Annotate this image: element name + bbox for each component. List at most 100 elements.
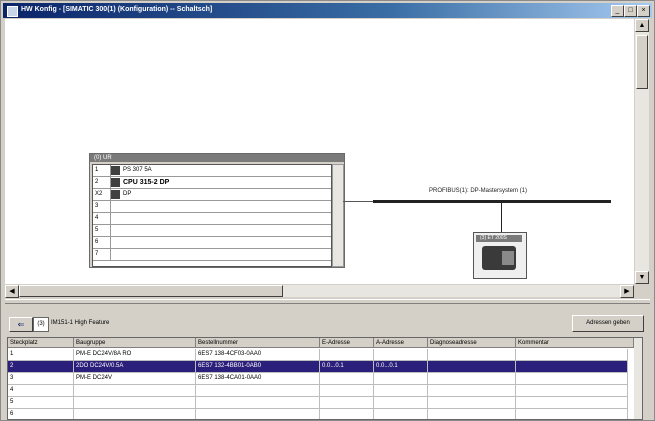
pane-splitter[interactable] (5, 299, 650, 304)
scroll-left-icon[interactable]: ◀ (5, 285, 19, 298)
table-scrollbar[interactable] (634, 338, 642, 419)
rack-table[interactable]: 1 PS 307 5A 2 CPU 315-2 DP X2 DP 3 4 5 6… (92, 164, 332, 267)
cell-output-address (374, 373, 428, 384)
cell-module (74, 409, 196, 419)
cell-comment (516, 361, 628, 372)
et200s-device[interactable]: (3) ET 200S (473, 232, 527, 279)
rack-module: CPU 315-2 DP (123, 179, 170, 186)
rack-slot: 3 (93, 201, 111, 212)
cell-module: 2DO DC24V/0.5A (74, 361, 196, 372)
et200s-module-icon (502, 251, 514, 265)
cell-comment (516, 409, 628, 419)
cell-order-number (196, 409, 320, 419)
rack-slot: 5 (93, 225, 111, 236)
detail-table[interactable]: Steckplatz Baugruppe Bestellnummer E-Adr… (7, 337, 643, 420)
detail-toolbar: ⇐ (3) IM151-1 High Feature Adressen gebe… (5, 305, 650, 335)
vertical-scroll-thumb[interactable] (636, 35, 648, 89)
cell-input-address: 0.0...0.1 (320, 361, 374, 372)
column-header[interactable]: Bestellnummer (196, 338, 320, 348)
cell-diag-address (428, 397, 516, 408)
cell-module (74, 385, 196, 396)
rack-row[interactable]: 7 (93, 249, 331, 261)
cell-input-address (320, 409, 374, 419)
cell-diag-address (428, 361, 516, 372)
table-row[interactable]: 5 (8, 397, 628, 409)
cell-order-number: 6ES7 138-4CF03-0AA0 (196, 349, 320, 360)
cell-output-address: 0.0...0.1 (374, 361, 428, 372)
restore-button[interactable]: □ (624, 5, 637, 17)
rack-slot: 4 (93, 213, 111, 224)
cell-diag-address (428, 349, 516, 360)
rack-window[interactable]: (0) UR 1 PS 307 5A 2 CPU 315-2 DP X2 DP … (89, 153, 345, 268)
profibus-label: PROFIBUS(1): DP-Mastersystem (1) (429, 188, 528, 194)
cell-comment (516, 385, 628, 396)
cell-order-number (196, 385, 320, 396)
rack-title: (0) UR (94, 155, 112, 161)
cell-module: PM-E DC24V (74, 373, 196, 384)
dp-drop-line (501, 203, 502, 232)
rack-row[interactable]: 6 (93, 237, 331, 249)
device-label: (3) ET 200S (480, 235, 507, 241)
table-row[interactable]: 1 PM-E DC24V/8A RO 6ES7 138-4CF03-0AA0 (8, 349, 628, 361)
column-header[interactable]: E-Adresse (320, 338, 374, 348)
cell-module: PM-E DC24V/8A RO (74, 349, 196, 360)
minimize-button[interactable]: _ (611, 5, 624, 17)
rack-row[interactable]: 3 (93, 201, 331, 213)
back-arrow-icon[interactable]: ⇐ (9, 317, 33, 332)
scroll-up-icon[interactable]: ▲ (635, 19, 649, 32)
close-button[interactable]: × (637, 5, 650, 17)
rack-slot: 6 (93, 237, 111, 248)
rack-row[interactable]: 1 PS 307 5A (93, 165, 331, 177)
horizontal-scrollbar[interactable]: ◀ ▶ (5, 285, 634, 298)
table-row[interactable]: 4 (8, 385, 628, 397)
cell-slot: 4 (8, 385, 74, 396)
column-header[interactable]: Diagnoseadresse (428, 338, 516, 348)
rack-title-bar: (0) UR (90, 154, 344, 162)
cell-slot: 2 (8, 361, 74, 372)
cell-diag-address (428, 385, 516, 396)
rack-row[interactable]: 4 (93, 213, 331, 225)
rack-slot: 1 (93, 165, 111, 176)
column-header[interactable]: A-Adresse (374, 338, 428, 348)
cell-comment (516, 397, 628, 408)
table-row[interactable]: 6 (8, 409, 628, 419)
device-header: (3) ET 200S (476, 235, 522, 242)
app-window: HW Konfig - [SIMATIC 300(1) (Konfigurati… (0, 0, 655, 421)
cpu-icon (111, 178, 120, 187)
table-row-selected[interactable]: 2 2DO DC24V/0.5A 6ES7 132-4BB01-0AB0 0.0… (8, 361, 628, 373)
cell-input-address (320, 385, 374, 396)
scroll-down-icon[interactable]: ▼ (635, 271, 649, 284)
rack-row[interactable]: X2 DP (93, 189, 331, 201)
cell-comment (516, 349, 628, 360)
cell-output-address (374, 397, 428, 408)
address-button[interactable]: Adressen geben (572, 315, 644, 332)
cell-output-address (374, 349, 428, 360)
cell-slot: 1 (8, 349, 74, 360)
cell-output-address (374, 385, 428, 396)
cell-order-number: 6ES7 132-4BB01-0AB0 (196, 361, 320, 372)
bus-connector-line (343, 201, 373, 202)
column-header[interactable]: Baugruppe (74, 338, 196, 348)
column-header[interactable]: Kommentar (516, 338, 634, 348)
app-icon (7, 6, 18, 17)
vertical-scrollbar[interactable]: ▲ ▼ (635, 19, 649, 284)
column-header[interactable]: Steckplatz (8, 338, 74, 348)
cell-slot: 5 (8, 397, 74, 408)
rack-row[interactable]: 2 CPU 315-2 DP (93, 177, 331, 189)
cell-slot: 3 (8, 373, 74, 384)
rack-module: PS 307 5A (123, 167, 152, 173)
cell-diag-address (428, 409, 516, 419)
scroll-right-icon[interactable]: ▶ (620, 285, 634, 298)
cell-input-address (320, 373, 374, 384)
rack-module: DP (123, 191, 132, 197)
cell-order-number: 6ES7 138-4CA01-0AA0 (196, 373, 320, 384)
rack-scrollbar[interactable] (332, 164, 344, 267)
rack-slot: 7 (93, 249, 111, 260)
table-row[interactable]: 3 PM-E DC24V 6ES7 138-4CA01-0AA0 (8, 373, 628, 385)
horizontal-scroll-thumb[interactable] (19, 285, 283, 297)
rack-row[interactable]: 5 (93, 225, 331, 237)
detail-slot-field: (3) (33, 317, 49, 332)
title-bar: HW Konfig - [SIMATIC 300(1) (Konfigurati… (3, 3, 652, 18)
profibus-line[interactable] (373, 200, 611, 203)
cell-diag-address (428, 373, 516, 384)
